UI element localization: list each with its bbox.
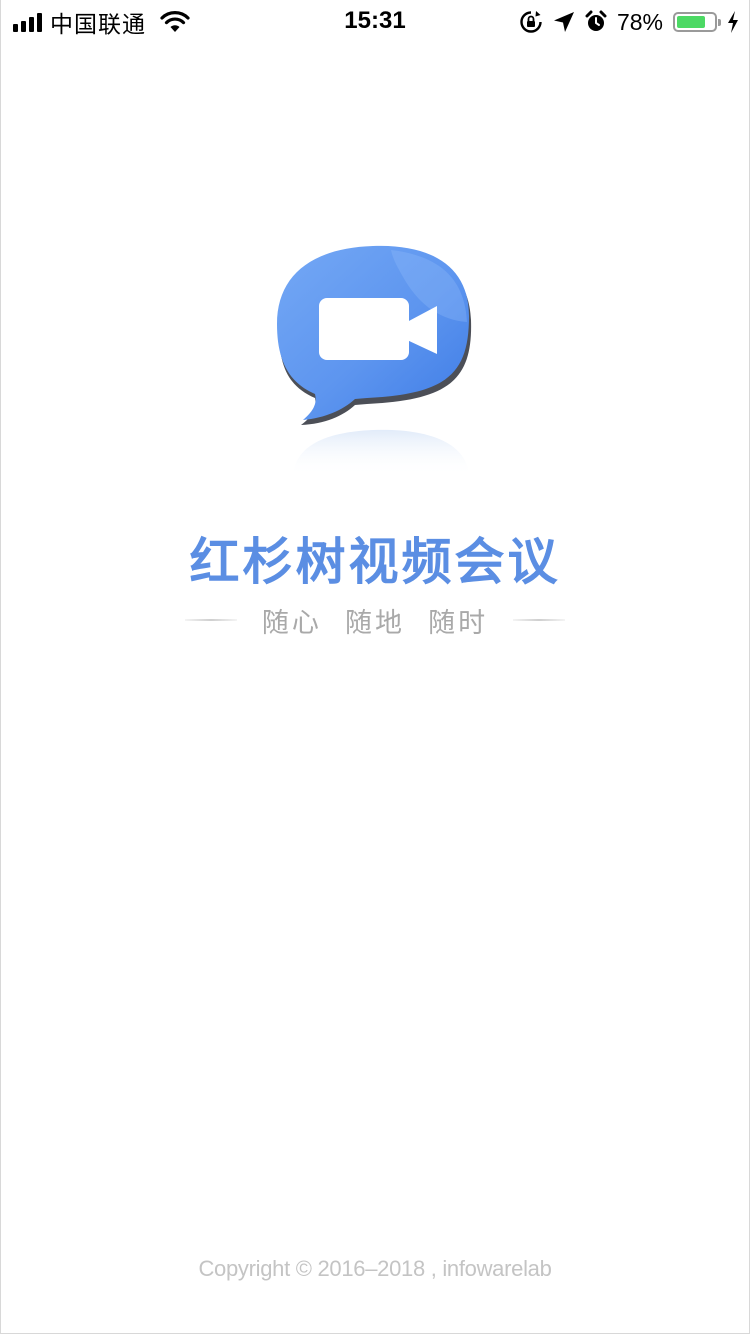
status-bar: 中国联通 15:31 78% xyxy=(1,0,749,44)
charging-icon xyxy=(728,11,738,33)
slogan-divider-left xyxy=(185,619,237,621)
slogan-row: 随心 随地 随时 xyxy=(185,600,565,640)
battery-fill xyxy=(677,16,706,28)
video-chat-bubble-icon xyxy=(277,245,472,476)
copyright-text: Copyright © 2016–2018 , infowarelab xyxy=(198,1256,552,1281)
battery-cap xyxy=(718,19,721,26)
slogan-text: 随心 随地 随时 xyxy=(261,607,489,639)
battery-icon xyxy=(673,12,721,32)
status-right: 78% xyxy=(519,8,739,36)
rotation-lock-icon xyxy=(520,11,542,33)
battery-percent: 78% xyxy=(616,8,663,35)
location-icon xyxy=(553,12,574,32)
slogan-divider-right xyxy=(513,619,565,621)
app-title: 红杉树视频会议 xyxy=(189,533,561,591)
splash-screen: 中国联通 15:31 78% 红杉树视频会议 随心 随地 随时 Copyrigh… xyxy=(0,0,750,1334)
alarm-icon xyxy=(585,10,607,31)
